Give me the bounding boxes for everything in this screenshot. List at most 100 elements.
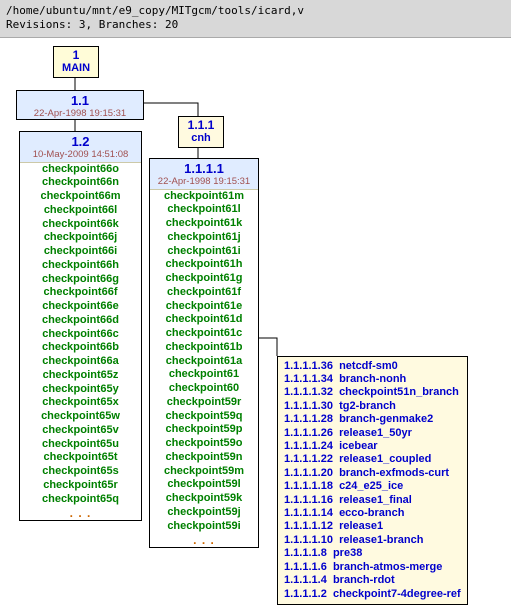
rev-date: 22-Apr-1998 19:15:31 (21, 109, 139, 120)
branch-number: 1.1.1.1.18 (284, 480, 333, 492)
node-rev-1-1-1-1[interactable]: 1.1.1.1 22-Apr-1998 19:15:31 checkpoint6… (149, 158, 259, 549)
tag-label[interactable]: checkpoint65q (24, 493, 137, 507)
tag-label[interactable]: checkpoint65r (24, 479, 137, 493)
tag-label[interactable]: checkpoint66j (24, 231, 137, 245)
tag-label[interactable]: checkpoint59j (154, 506, 254, 520)
branch-row[interactable]: 1.1.1.1.2 checkpoint7-4degree-ref (284, 588, 461, 601)
tag-label[interactable]: checkpoint61b (154, 341, 254, 355)
branch-number: 1.1.1.1.12 (284, 520, 333, 532)
tag-label[interactable]: checkpoint65u (24, 438, 137, 452)
node-main[interactable]: 1 MAIN (53, 46, 99, 78)
branch-row[interactable]: 1.1.1.1.6 branch-atmos-merge (284, 561, 461, 574)
tag-label[interactable]: checkpoint61g (154, 272, 254, 286)
tag-label[interactable]: checkpoint59n (154, 451, 254, 465)
tag-label[interactable]: checkpoint66f (24, 286, 137, 300)
tag-label[interactable]: checkpoint66h (24, 259, 137, 273)
tag-label[interactable]: checkpoint66i (24, 245, 137, 259)
branch-label: release1_50yr (339, 427, 412, 439)
branch-row[interactable]: 1.1.1.1.24 icebear (284, 440, 461, 453)
branch-number: 1.1.1.1.22 (284, 453, 333, 465)
node-rev-1-1[interactable]: 1.1 22-Apr-1998 19:15:31 (16, 90, 144, 121)
tag-label[interactable]: checkpoint65z (24, 369, 137, 383)
rev-date: 10-May-2009 14:51:08 (20, 149, 141, 163)
branch-row[interactable]: 1.1.1.1.34 branch-nonh (284, 373, 461, 386)
branch-number: 1.1.1.1.30 (284, 400, 333, 412)
branch-label: icebear (339, 440, 378, 452)
branch-row[interactable]: 1.1.1.1.28 branch-genmake2 (284, 413, 461, 426)
tag-label[interactable]: checkpoint61k (154, 217, 254, 231)
branch-row[interactable]: 1.1.1.1.12 release1 (284, 520, 461, 533)
branch-list[interactable]: 1.1.1.1.36 netcdf-sm01.1.1.1.34 branch-n… (277, 356, 468, 605)
branch-label: branch-rdot (333, 574, 395, 586)
rev-date: 22-Apr-1998 19:15:31 (150, 176, 258, 190)
tag-label[interactable]: checkpoint66c (24, 328, 137, 342)
branch-row[interactable]: 1.1.1.1.18 c24_e25_ice (284, 480, 461, 493)
tag-label[interactable]: checkpoint66o (24, 163, 137, 177)
tag-label[interactable]: checkpoint59m (154, 465, 254, 479)
tag-label[interactable]: checkpoint66k (24, 218, 137, 232)
tag-label[interactable]: checkpoint59l (154, 478, 254, 492)
tag-label[interactable]: checkpoint61e (154, 300, 254, 314)
tag-label[interactable]: checkpoint66g (24, 273, 137, 287)
branch-number: 1.1.1.1.4 (284, 574, 327, 586)
branch-label: netcdf-sm0 (339, 360, 398, 372)
tag-label[interactable]: checkpoint66l (24, 204, 137, 218)
branch-row[interactable]: 1.1.1.1.36 netcdf-sm0 (284, 360, 461, 373)
tag-label[interactable]: checkpoint65v (24, 424, 137, 438)
branch-row[interactable]: 1.1.1.1.14 ecco-branch (284, 507, 461, 520)
branch-label: release1_final (339, 494, 412, 506)
tag-label[interactable]: checkpoint61l (154, 203, 254, 217)
tag-label[interactable]: checkpoint66e (24, 300, 137, 314)
branch-row[interactable]: 1.1.1.1.10 release1-branch (284, 534, 461, 547)
header-bar: /home/ubuntu/mnt/e9_copy/MITgcm/tools/ic… (0, 0, 511, 38)
tag-label[interactable]: checkpoint60 (154, 382, 254, 396)
tag-label[interactable]: checkpoint61d (154, 313, 254, 327)
tag-label[interactable]: checkpoint61 (154, 368, 254, 382)
branch-number: 1.1.1.1.16 (284, 494, 333, 506)
tag-label[interactable]: checkpoint66a (24, 355, 137, 369)
tag-label[interactable]: checkpoint65s (24, 465, 137, 479)
tag-label[interactable]: checkpoint59k (154, 492, 254, 506)
more-indicator[interactable]: . . . (24, 506, 137, 520)
more-indicator[interactable]: . . . (154, 533, 254, 547)
branch-number: 1.1.1.1.26 (284, 427, 333, 439)
branch-number: 1.1.1.1.36 (284, 360, 333, 372)
tag-label[interactable]: checkpoint65y (24, 383, 137, 397)
branch-label: pre38 (333, 547, 362, 559)
tag-label[interactable]: checkpoint61i (154, 245, 254, 259)
tag-label[interactable]: checkpoint65w (24, 410, 137, 424)
node-rev-1-2[interactable]: 1.2 10-May-2009 14:51:08 checkpoint66och… (19, 131, 142, 522)
tag-label[interactable]: checkpoint61h (154, 258, 254, 272)
tag-label[interactable]: checkpoint59i (154, 520, 254, 534)
tag-label[interactable]: checkpoint61c (154, 327, 254, 341)
branch-label: branch-nonh (339, 373, 406, 385)
branch-number: 1.1.1.1.28 (284, 413, 333, 425)
tag-label[interactable]: checkpoint66d (24, 314, 137, 328)
tag-label[interactable]: checkpoint65t (24, 451, 137, 465)
branch-row[interactable]: 1.1.1.1.30 tg2-branch (284, 400, 461, 413)
tag-label[interactable]: checkpoint61a (154, 355, 254, 369)
branch-label: checkpoint7-4degree-ref (333, 588, 461, 600)
branch-row[interactable]: 1.1.1.1.20 branch-exfmods-curt (284, 467, 461, 480)
branch-number: 1.1.1.1.14 (284, 507, 333, 519)
branch-row[interactable]: 1.1.1.1.26 release1_50yr (284, 427, 461, 440)
branch-row[interactable]: 1.1.1.1.16 release1_final (284, 494, 461, 507)
tag-label[interactable]: checkpoint59p (154, 423, 254, 437)
branch-row[interactable]: 1.1.1.1.32 checkpoint51n_branch (284, 386, 461, 399)
branch-label: release1 (339, 520, 383, 532)
tag-label[interactable]: checkpoint65x (24, 396, 137, 410)
branch-row[interactable]: 1.1.1.1.4 branch-rdot (284, 574, 461, 587)
tag-label[interactable]: checkpoint59q (154, 410, 254, 424)
branch-number: 1.1.1.1.34 (284, 373, 333, 385)
branch-row[interactable]: 1.1.1.1.8 pre38 (284, 547, 461, 560)
node-branch-1-1-1[interactable]: 1.1.1 cnh (178, 116, 224, 148)
tag-label[interactable]: checkpoint66b (24, 341, 137, 355)
tag-label[interactable]: checkpoint59o (154, 437, 254, 451)
tag-label[interactable]: checkpoint59r (154, 396, 254, 410)
tag-label[interactable]: checkpoint66n (24, 176, 137, 190)
branch-row[interactable]: 1.1.1.1.22 release1_coupled (284, 453, 461, 466)
tag-label[interactable]: checkpoint61j (154, 231, 254, 245)
tag-label[interactable]: checkpoint66m (24, 190, 137, 204)
tag-label[interactable]: checkpoint61f (154, 286, 254, 300)
tag-label[interactable]: checkpoint61m (154, 190, 254, 204)
